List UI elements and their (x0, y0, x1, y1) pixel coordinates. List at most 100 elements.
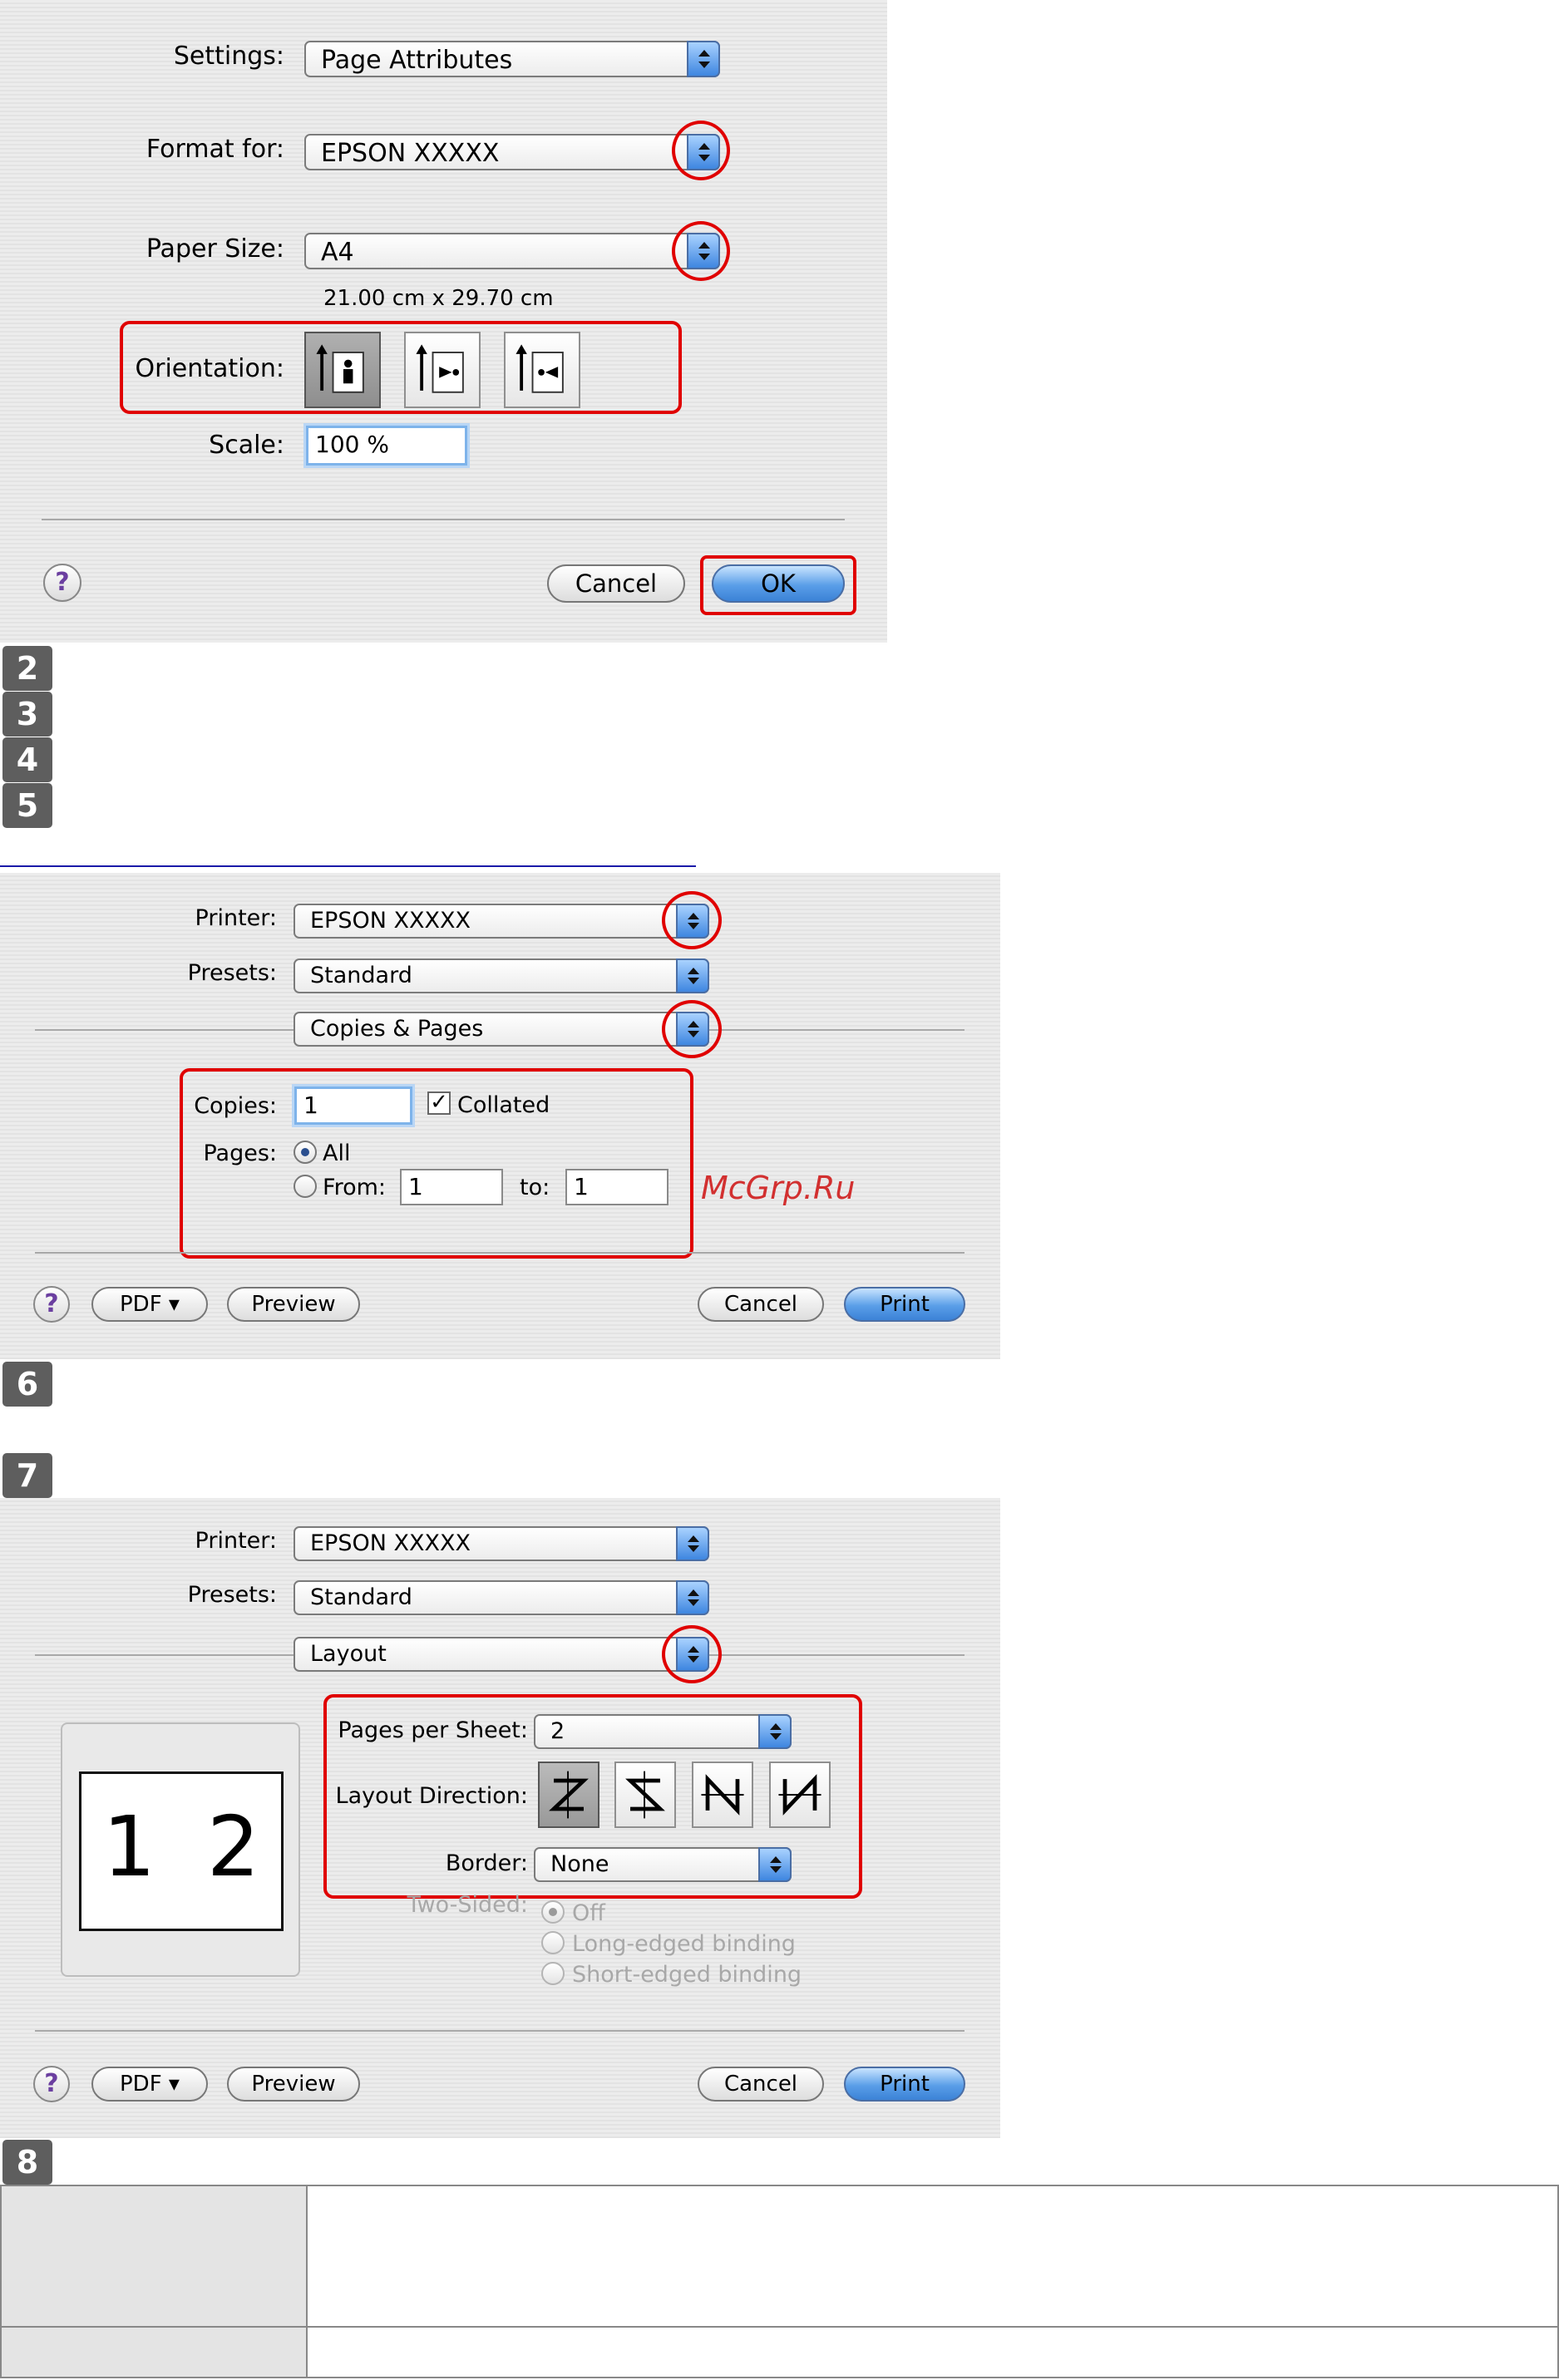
two-sided-off-radio[interactable] (541, 1900, 565, 1924)
stepper-icon (758, 1714, 792, 1749)
orientation-reverse-landscape-button[interactable] (504, 332, 580, 408)
border-popup[interactable]: None (534, 1847, 792, 1882)
cancel-button[interactable]: Cancel (547, 564, 685, 603)
to-label: to: (520, 1175, 550, 1200)
help-button[interactable]: ? (43, 564, 81, 602)
printer-popup[interactable]: EPSON XXXXX (294, 1526, 709, 1561)
reverse-landscape-icon (516, 344, 564, 393)
presets-label: Presets: (187, 960, 277, 986)
help-button[interactable]: ? (33, 1286, 70, 1323)
preview-button[interactable]: Preview (227, 2067, 360, 2102)
print-button[interactable]: Print (844, 2067, 965, 2102)
two-sided-long-radio[interactable] (541, 1931, 565, 1954)
watermark: McGrp.Ru (701, 1170, 856, 1206)
paper-size-popup[interactable]: A4 (304, 233, 720, 269)
step-badge-8: 8 (2, 2140, 52, 2185)
table-header-cell-2 (2, 2328, 308, 2377)
settings-value: Page Attributes (321, 46, 513, 75)
collated-checkbox[interactable]: ✓ (427, 1091, 451, 1115)
help-button[interactable]: ? (33, 2066, 70, 2102)
portrait-icon (316, 344, 364, 393)
pages-all-label: All (323, 1141, 351, 1166)
layout-direction-reverse-n-button[interactable] (769, 1762, 831, 1828)
presets-popup[interactable]: Standard (294, 1580, 709, 1615)
two-sided-short-label: Short-edged binding (572, 1962, 802, 1988)
border-value: None (550, 1851, 609, 1877)
stepper-icon (687, 134, 720, 170)
printer-popup[interactable]: EPSON XXXXX (294, 904, 709, 939)
landscape-icon (416, 344, 464, 393)
orientation-portrait-button[interactable] (304, 332, 381, 408)
preview-page-numbers: 1 2 (102, 1798, 260, 1895)
panel-popup[interactable]: Copies & Pages (294, 1012, 709, 1047)
from-input[interactable]: 1 (400, 1169, 503, 1205)
step-badge-6: 6 (2, 1362, 52, 1407)
page-setup-dialog: Settings: Page Attributes Format for: EP… (0, 0, 887, 643)
presets-value: Standard (310, 963, 412, 988)
presets-popup[interactable]: Standard (294, 958, 709, 993)
stepper-icon (676, 1526, 709, 1561)
stepper-icon (676, 958, 709, 993)
preview-button[interactable]: Preview (227, 1287, 360, 1322)
layout-preview-sheet: 1 2 (79, 1771, 284, 1931)
stepper-icon (687, 233, 720, 269)
settings-popup[interactable]: Page Attributes (304, 41, 720, 77)
copies-input[interactable]: 1 (294, 1087, 412, 1125)
step-badge-2: 2 (2, 646, 52, 691)
cancel-button[interactable]: Cancel (698, 1287, 824, 1322)
to-input[interactable]: 1 (565, 1169, 668, 1205)
reverse-z-direction-icon (625, 1771, 665, 1819)
presets-label: Presets: (187, 1582, 277, 1608)
stepper-icon (676, 1637, 709, 1672)
pdf-button[interactable]: PDF ▾ (91, 2067, 208, 2102)
settings-label: Settings: (173, 42, 284, 71)
paper-size-value: A4 (321, 238, 354, 267)
print-copies-dialog: Printer: EPSON XXXXX Presets: Standard C… (0, 873, 1000, 1359)
layout-direction-z-button[interactable] (538, 1762, 599, 1828)
pages-label: Pages: (203, 1141, 277, 1166)
pages-from-radio[interactable] (294, 1175, 317, 1198)
cancel-button[interactable]: Cancel (698, 2067, 824, 2102)
link-underline (0, 865, 696, 867)
pages-per-sheet-value: 2 (550, 1718, 565, 1744)
layout-direction-n-button[interactable] (692, 1762, 753, 1828)
layout-direction-label: Layout Direction: (335, 1783, 528, 1809)
format-for-value: EPSON XXXXX (321, 139, 500, 168)
z-direction-icon (549, 1771, 589, 1819)
separator (35, 2030, 965, 2032)
pages-from-label: From: (323, 1175, 386, 1200)
printer-value: EPSON XXXXX (310, 1530, 471, 1556)
two-sided-long-label: Long-edged binding (572, 1931, 796, 1957)
print-button[interactable]: Print (844, 1287, 965, 1322)
ok-button[interactable]: OK (712, 564, 845, 603)
stepper-icon (676, 1580, 709, 1615)
table-header-cell-1 (2, 2186, 308, 2328)
border-label: Border: (445, 1850, 528, 1876)
format-for-popup[interactable]: EPSON XXXXX (304, 134, 720, 170)
printer-value: EPSON XXXXX (310, 908, 471, 934)
panel-popup[interactable]: Layout (294, 1637, 709, 1672)
layout-direction-reverse-z-button[interactable] (614, 1762, 676, 1828)
pages-all-radio[interactable] (294, 1141, 317, 1164)
step-badge-5: 5 (2, 783, 52, 828)
two-sided-label: Two-Sided: (407, 1892, 529, 1918)
stepper-icon (676, 1012, 709, 1047)
pages-per-sheet-popup[interactable]: 2 (534, 1714, 792, 1749)
collated-label: Collated (457, 1092, 550, 1118)
printer-label: Printer: (195, 905, 277, 931)
stepper-icon (676, 904, 709, 939)
orientation-landscape-button[interactable] (404, 332, 481, 408)
table-value-cell-2 (308, 2328, 1557, 2377)
two-sided-short-radio[interactable] (541, 1962, 565, 1985)
panel-value: Layout (310, 1641, 387, 1667)
print-layout-dialog: Printer: EPSON XXXXX Presets: Standard L… (0, 1498, 1000, 2138)
table-value-cell-1 (308, 2186, 1557, 2328)
paper-dimensions: 21.00 cm x 29.70 cm (323, 286, 554, 311)
n-direction-icon (701, 1774, 744, 1816)
step-badge-7: 7 (2, 1453, 52, 1498)
stepper-icon (687, 41, 720, 77)
scale-input[interactable]: 100 % (306, 426, 467, 466)
orientation-label: Orientation: (135, 354, 284, 383)
panel-value: Copies & Pages (310, 1016, 484, 1042)
pdf-button[interactable]: PDF ▾ (91, 1287, 208, 1322)
